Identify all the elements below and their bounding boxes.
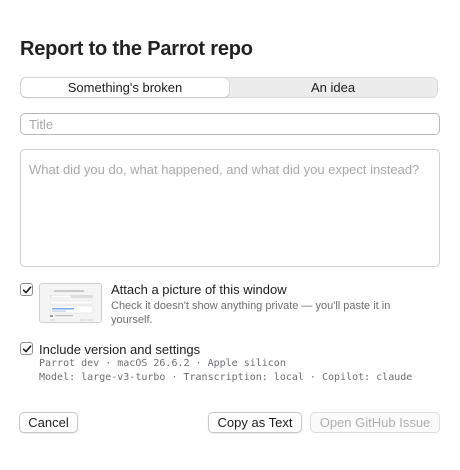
attach-picture-checkbox[interactable] [20, 283, 33, 296]
issue-type-segmented-control: Something's broken An idea [20, 77, 438, 98]
version-info-line-1: Parrot dev · macOS 26.6.2 · Apple silico… [39, 358, 286, 369]
checkmark-icon [22, 344, 31, 352]
include-version-checkbox[interactable] [20, 342, 33, 355]
window-thumbnail [39, 283, 102, 323]
open-github-issue-button[interactable]: Open GitHub Issue [310, 412, 440, 433]
window-preview-image [40, 284, 101, 322]
copy-as-text-button[interactable]: Copy as Text [208, 412, 302, 433]
cancel-button[interactable]: Cancel [19, 412, 78, 433]
attach-picture-label: Attach a picture of this window [111, 282, 287, 297]
dialog-title: Report to the Parrot repo [20, 38, 253, 60]
checkmark-icon [22, 285, 31, 293]
tab-something-broken[interactable]: Something's broken [21, 78, 229, 97]
tab-an-idea[interactable]: An idea [229, 78, 437, 97]
title-input[interactable] [20, 113, 440, 135]
description-textarea[interactable] [20, 149, 440, 267]
include-version-label: Include version and settings [39, 342, 201, 357]
version-info-line-2: Model: large-v3-turbo · Transcription: l… [39, 372, 413, 383]
attach-picture-hint: Check it doesn't show anything private —… [111, 300, 391, 326]
